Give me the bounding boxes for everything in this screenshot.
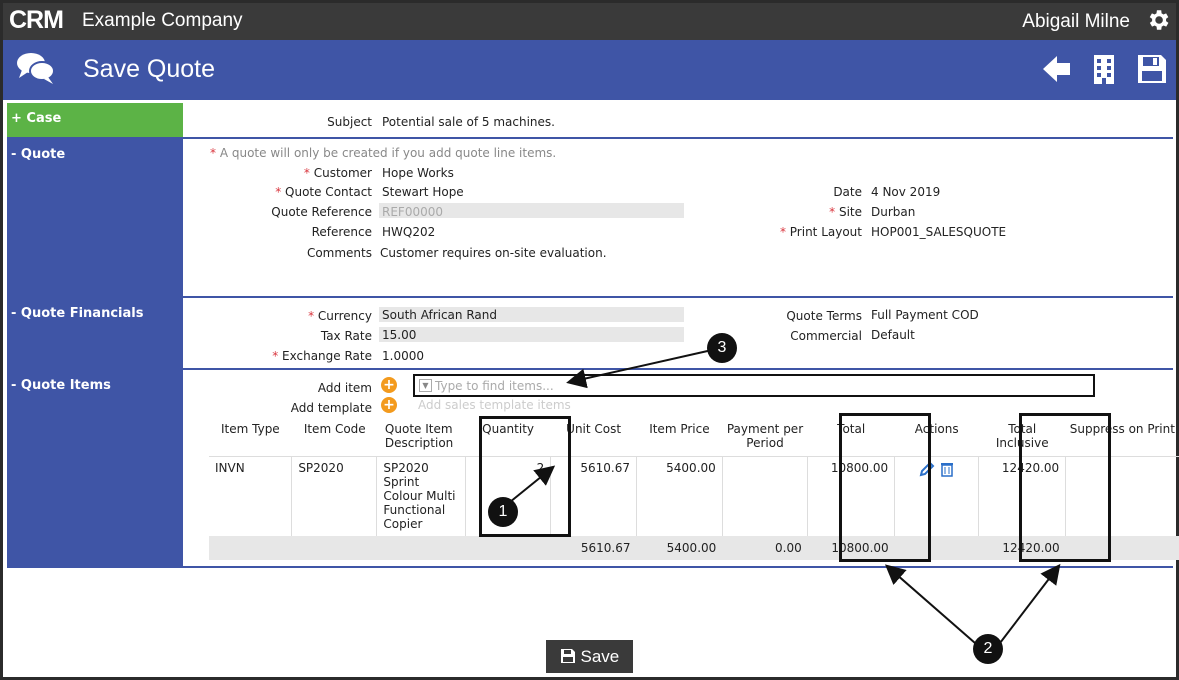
tax-rate-field	[379, 327, 684, 342]
delete-trash-icon[interactable]	[939, 461, 955, 477]
callout-total-inclusive-box	[1019, 413, 1111, 562]
site-label-text: Site	[838, 205, 862, 219]
callout-total-box	[839, 413, 931, 562]
print-layout-value[interactable]: HOP001_SALESQUOTE	[871, 225, 1006, 239]
foot-empty-1	[209, 536, 292, 560]
quote-reference-label: Quote Reference	[271, 205, 372, 219]
quote-reference-value: REF00000	[382, 205, 443, 219]
add-item-plus-icon[interactable]: +	[381, 377, 397, 393]
back-arrow-icon[interactable]	[1039, 52, 1073, 86]
col-item-type[interactable]: Item Type	[209, 418, 292, 457]
foot-payment: 0.00	[722, 536, 808, 560]
col-description[interactable]: Quote Item Description	[376, 418, 466, 457]
reference-value[interactable]: HWQ202	[382, 225, 435, 239]
date-label: Date	[833, 185, 862, 199]
cell-description: SP2020 Sprint Colour Multi Functional Co…	[376, 456, 466, 536]
financials-section-toggle[interactable]: - Quote Financials	[7, 298, 183, 368]
quote-terms-value[interactable]: Full Payment COD	[871, 308, 979, 322]
exchange-rate-label: * Exchange Rate	[272, 349, 372, 363]
add-template-placeholder[interactable]: Add sales template items	[418, 398, 571, 412]
foot-empty-3	[376, 536, 466, 560]
title-bar: Save Quote	[3, 40, 1176, 100]
foot-item-price: 5400.00	[636, 536, 723, 560]
callout-badge-2: 2	[973, 634, 1003, 664]
company-name: Example Company	[82, 10, 243, 31]
comments-label: Comments	[306, 246, 372, 260]
crm-logo: CRM	[9, 6, 64, 34]
col-payment-per-period[interactable]: Payment per Period	[722, 418, 808, 457]
save-button-label: Save	[580, 646, 620, 666]
add-template-plus-icon[interactable]: +	[381, 397, 397, 413]
cell-payment-per-period	[721, 456, 808, 536]
date-value[interactable]: 4 Nov 2019	[871, 185, 940, 199]
site-label: * Site	[829, 205, 862, 219]
tax-rate-value: 15.00	[382, 328, 417, 342]
save-icon	[560, 648, 575, 663]
currency-label-text: Currency	[317, 309, 372, 323]
quote-contact-label-text: Quote Contact	[285, 185, 372, 199]
quote-items-section-toggle[interactable]: - Quote Items	[7, 370, 183, 566]
tax-rate-label: Tax Rate	[320, 329, 372, 343]
cell-item-price: 5400.00	[636, 456, 723, 536]
top-bar: CRM Example Company Abigail Milne	[3, 3, 1176, 40]
quote-terms-label: Quote Terms	[786, 309, 862, 323]
page-title: Save Quote	[83, 55, 216, 83]
quote-section-toggle[interactable]: - Quote	[7, 139, 183, 296]
quote-section: - Quote * A quote will only be created i…	[7, 139, 1173, 298]
cell-item-type: INVN	[215, 460, 245, 475]
subject-label: Subject	[327, 115, 372, 129]
reference-label: Reference	[311, 225, 372, 239]
add-item-placeholder: Type to find items...	[435, 379, 554, 393]
chat-icon	[17, 53, 55, 84]
col-item-price[interactable]: Item Price	[636, 418, 723, 457]
add-item-search-input[interactable]: ▼ Type to find items...	[413, 374, 1095, 397]
currency-value: South African Rand	[382, 308, 497, 322]
quote-note-text: A quote will only be created if you add …	[219, 146, 557, 160]
exchange-rate-label-text: Exchange Rate	[282, 349, 372, 363]
col-item-code[interactable]: Item Code	[291, 418, 377, 457]
add-item-label: Add item	[317, 381, 372, 395]
customer-value[interactable]: Hope Works	[382, 166, 454, 180]
print-layout-label-text: Print Layout	[789, 225, 862, 239]
case-section: + Case Subject Potential sale of 5 machi…	[7, 103, 1173, 139]
dropdown-icon[interactable]: ▼	[419, 379, 432, 392]
building-icon[interactable]	[1087, 52, 1121, 86]
cell-item-code: SP2020	[291, 456, 377, 536]
customer-label: * Customer	[303, 166, 372, 180]
quote-contact-label: * Quote Contact	[275, 185, 372, 199]
customer-label-text: Customer	[313, 166, 372, 180]
gear-icon[interactable]	[1145, 7, 1171, 33]
subject-value: Potential sale of 5 machines.	[382, 115, 555, 129]
commercial-value[interactable]: Default	[871, 328, 915, 342]
exchange-rate-value[interactable]: 1.0000	[382, 349, 424, 363]
financials-section: - Quote Financials * Currency South Afri…	[7, 298, 1173, 370]
foot-unit-cost: 5610.67	[550, 536, 637, 560]
foot-empty-4	[465, 536, 551, 560]
add-template-label: Add template	[290, 401, 372, 415]
user-name[interactable]: Abigail Milne	[1022, 11, 1130, 33]
print-layout-label: * Print Layout	[779, 225, 862, 239]
quote-contact-value[interactable]: Stewart Hope	[382, 185, 464, 199]
save-button[interactable]: Save	[546, 640, 633, 673]
comments-value[interactable]: Customer requires on-site evaluation.	[380, 246, 607, 260]
case-section-toggle[interactable]: + Case	[7, 103, 183, 137]
callout-badge-3: 3	[707, 333, 737, 363]
save-icon[interactable]	[1135, 52, 1169, 86]
site-value[interactable]: Durban	[871, 205, 915, 219]
quote-note: * A quote will only be created if you ad…	[210, 146, 557, 160]
foot-empty-2	[291, 536, 377, 560]
currency-label: * Currency	[308, 309, 372, 323]
callout-badge-1: 1	[488, 497, 518, 527]
